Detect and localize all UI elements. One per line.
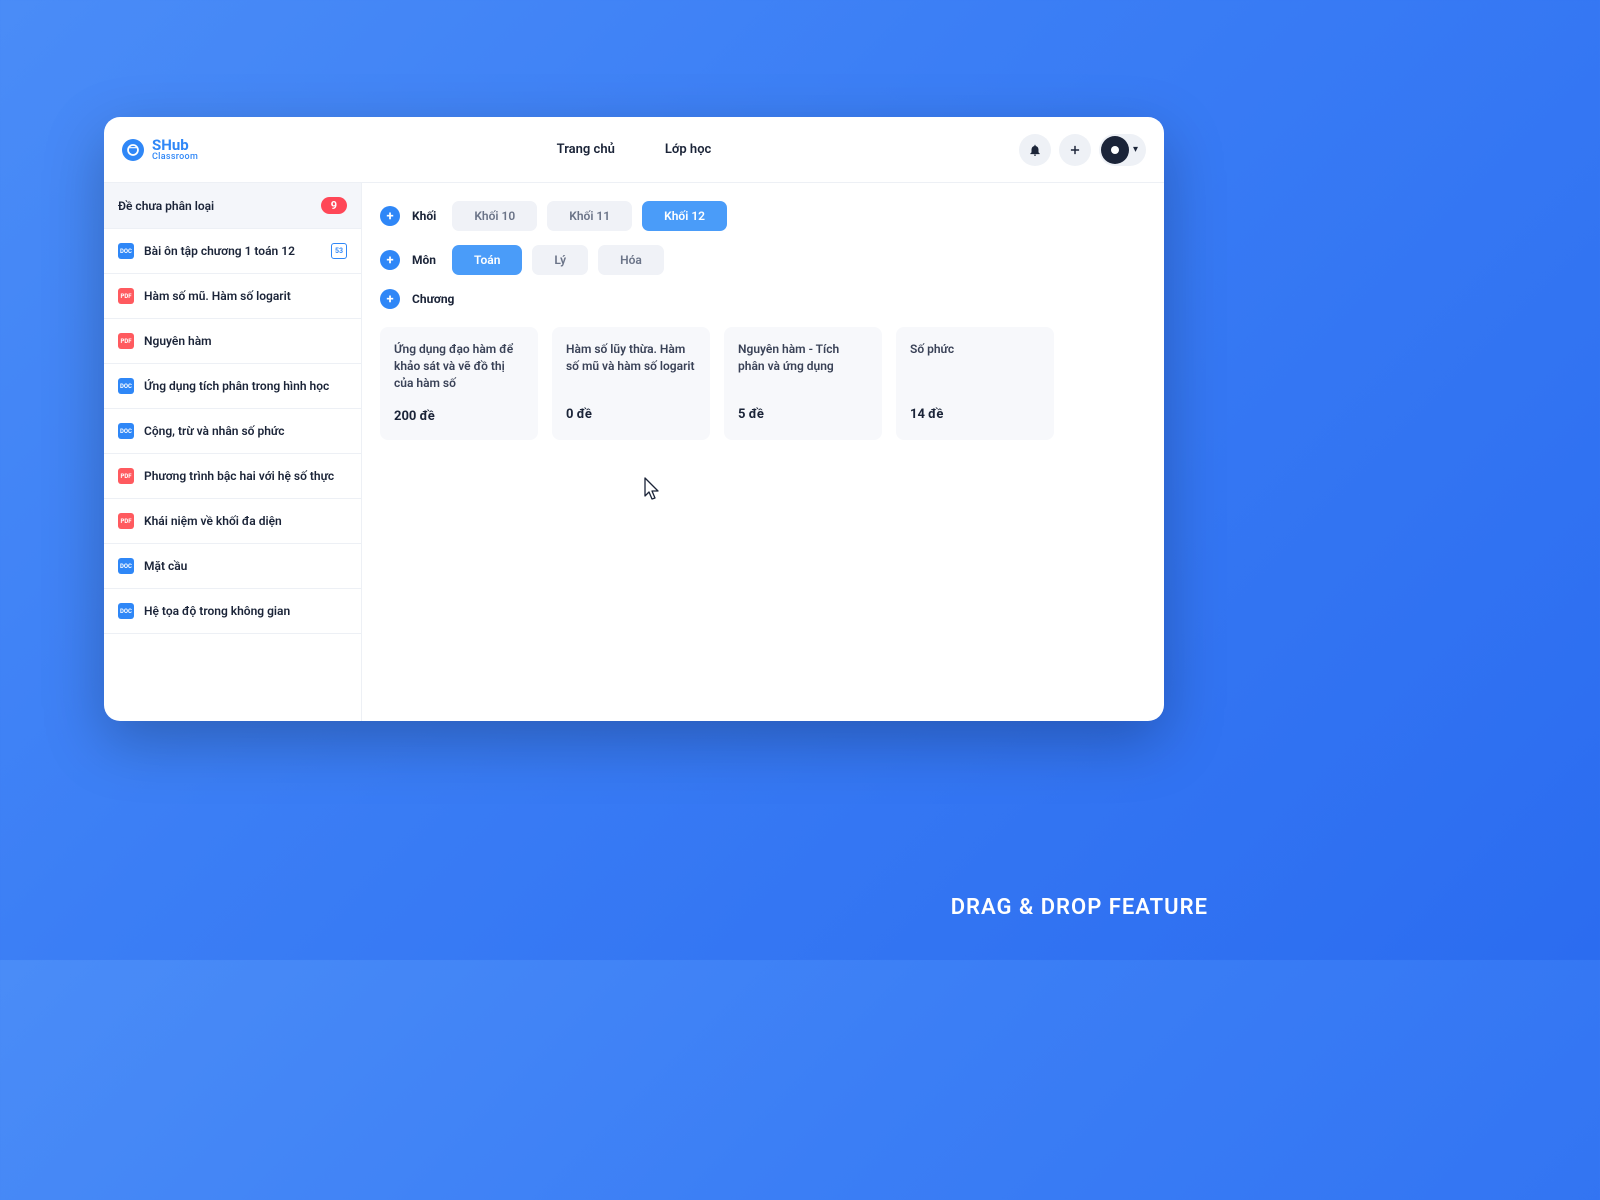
sidebar-item-label: Hệ tọa độ trong không gian xyxy=(144,604,347,618)
footer-caption: DRAG & DROP FEATURE xyxy=(951,895,1208,920)
topbar-actions: ▾ xyxy=(1019,134,1146,166)
doc-icon: DOC xyxy=(118,243,134,259)
logo-name: SHub xyxy=(152,138,198,153)
subject-chip[interactable]: Toán xyxy=(452,245,522,275)
pdf-icon: PDF xyxy=(118,333,134,349)
chapter-card[interactable]: Nguyên hàm - Tích phân và ứng dụng 5 đề xyxy=(724,327,882,440)
nav-class[interactable]: Lớp học xyxy=(665,142,712,157)
subject-chip[interactable]: Lý xyxy=(532,245,588,275)
cursor-icon xyxy=(644,477,662,501)
chevron-down-icon: ▾ xyxy=(1133,144,1138,155)
sidebar-item-label: Đề chưa phân loại xyxy=(118,199,311,213)
logo-text: SHub Classroom xyxy=(152,138,198,162)
sidebar-item-label: Mặt cầu xyxy=(144,559,347,573)
app-window: SHub Classroom Trang chủ Lớp học ▾ Đề ch… xyxy=(104,117,1164,721)
doc-icon: DOC xyxy=(118,603,134,619)
add-grade-button[interactable]: + xyxy=(380,206,400,226)
chapter-card-count: 14 đề xyxy=(910,407,1040,422)
top-nav: Trang chủ Lớp học xyxy=(557,142,712,157)
chapter-card[interactable]: Ứng dụng đạo hàm để khảo sát và vẽ đồ th… xyxy=(380,327,538,440)
main: + Khối Khối 10 Khối 11 Khối 12 + Môn Toán L… xyxy=(362,183,1164,721)
nav-home[interactable]: Trang chủ xyxy=(557,142,615,157)
sidebar-item[interactable]: DOC Hệ tọa độ trong không gian xyxy=(104,589,361,634)
filter-chapter-label: Chương xyxy=(412,292,454,306)
notifications-button[interactable] xyxy=(1019,134,1051,166)
chapter-card-title: Số phức xyxy=(910,341,1040,389)
sidebar-item[interactable]: PDF Nguyên hàm xyxy=(104,319,361,364)
sidebar-item[interactable]: DOC Mặt cầu xyxy=(104,544,361,589)
grade-chip[interactable]: Khối 12 xyxy=(642,201,727,231)
chapter-cards: Ứng dụng đạo hàm để khảo sát và vẽ đồ th… xyxy=(380,327,1146,440)
bell-icon xyxy=(1028,143,1042,157)
add-chapter-button[interactable]: + xyxy=(380,289,400,309)
sidebar-item[interactable]: PDF Hàm số mũ. Hàm số logarit xyxy=(104,274,361,319)
logo[interactable]: SHub Classroom xyxy=(122,138,198,162)
chapter-card-count: 200 đề xyxy=(394,409,524,424)
avatar-icon xyxy=(1101,136,1129,164)
subject-chip[interactable]: Hóa xyxy=(598,245,664,275)
filter-subject: + Môn Toán Lý Hóa xyxy=(380,245,1146,275)
logo-sub: Classroom xyxy=(152,153,198,162)
filter-grade-label: Khối xyxy=(412,209,436,223)
doc-icon: DOC xyxy=(118,423,134,439)
chapter-card[interactable]: Số phức 14 đề xyxy=(896,327,1054,440)
sidebar-item-label: Bài ôn tập chương 1 toán 12 xyxy=(144,244,321,258)
sidebar-item[interactable]: DOC Bài ôn tập chương 1 toán 12 53 xyxy=(104,229,361,274)
sidebar-item[interactable]: DOC Ứng dụng tích phân trong hình học xyxy=(104,364,361,409)
add-button[interactable] xyxy=(1059,134,1091,166)
sidebar-item-label: Khái niệm về khối đa diện xyxy=(144,514,347,528)
chapter-card-title: Hàm số lũy thừa. Hàm số mũ và hàm số log… xyxy=(566,341,696,389)
chapter-card-title: Ứng dụng đạo hàm để khảo sát và vẽ đồ th… xyxy=(394,341,524,391)
chapter-card-count: 0 đề xyxy=(566,407,696,422)
grade-chip[interactable]: Khối 11 xyxy=(547,201,632,231)
sidebar-item-label: Nguyên hàm xyxy=(144,334,347,348)
sidebar-item-label: Ứng dụng tích phân trong hình học xyxy=(144,379,347,393)
pdf-icon: PDF xyxy=(118,468,134,484)
plus-icon xyxy=(1068,143,1082,157)
sidebar: Đề chưa phân loại 9 DOC Bài ôn tập chương… xyxy=(104,183,362,721)
sidebar-item[interactable]: DOC Cộng, trừ và nhân số phức xyxy=(104,409,361,454)
filter-chapter: + Chương xyxy=(380,289,1146,309)
doc-icon: DOC xyxy=(118,558,134,574)
chapter-card-title: Nguyên hàm - Tích phân và ứng dụng xyxy=(738,341,868,389)
unsorted-count-badge: 9 xyxy=(321,197,347,214)
topbar: SHub Classroom Trang chủ Lớp học ▾ xyxy=(104,117,1164,183)
chapter-card[interactable]: Hàm số lũy thừa. Hàm số mũ và hàm số log… xyxy=(552,327,710,440)
sidebar-item-label: Phương trình bậc hai với hệ số thực xyxy=(144,469,347,483)
user-menu[interactable]: ▾ xyxy=(1099,134,1146,166)
pdf-icon: PDF xyxy=(118,513,134,529)
chapter-card-count: 5 đề xyxy=(738,407,868,422)
add-subject-button[interactable]: + xyxy=(380,250,400,270)
sidebar-item-label: Hàm số mũ. Hàm số logarit xyxy=(144,289,347,303)
sidebar-item[interactable]: PDF Khái niệm về khối đa diện xyxy=(104,499,361,544)
logo-icon xyxy=(122,139,144,161)
sidebar-item-unsorted[interactable]: Đề chưa phân loại 9 xyxy=(104,183,361,229)
pdf-icon: PDF xyxy=(118,288,134,304)
filter-grade: + Khối Khối 10 Khối 11 Khối 12 xyxy=(380,201,1146,231)
filter-subject-label: Môn xyxy=(412,253,436,267)
body: Đề chưa phân loại 9 DOC Bài ôn tập chương… xyxy=(104,183,1164,721)
count-badge-icon: 53 xyxy=(331,243,347,259)
doc-icon: DOC xyxy=(118,378,134,394)
sidebar-item[interactable]: PDF Phương trình bậc hai với hệ số thực xyxy=(104,454,361,499)
grade-chip[interactable]: Khối 10 xyxy=(452,201,537,231)
sidebar-item-label: Cộng, trừ và nhân số phức xyxy=(144,424,347,438)
